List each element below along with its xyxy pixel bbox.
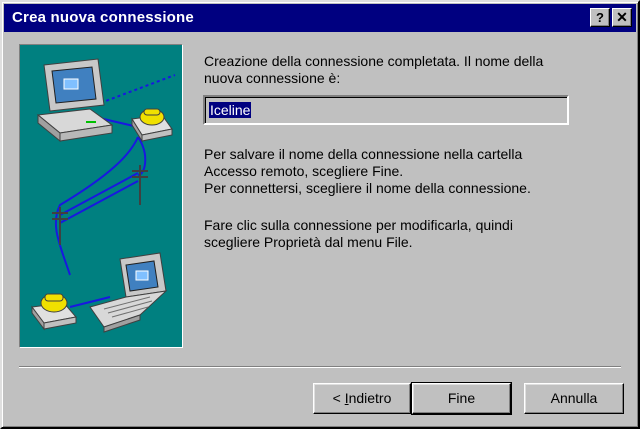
telephone-icon (131, 108, 173, 143)
laptop-icon (89, 252, 168, 333)
utility-pole-icon (52, 165, 148, 245)
finish-button[interactable]: Fine (411, 382, 512, 415)
help-button[interactable]: ? (590, 8, 610, 27)
save-line-1: Per salvare il nome della connessione ne… (204, 146, 523, 162)
dialog-window: Crea nuova connessione ? ✕ Creazione del… (0, 0, 640, 429)
edit-line-2: scegliere Proprietà dal menu File. (204, 234, 413, 250)
completion-line-2: nuova connessione è: (204, 70, 341, 86)
button-separator (19, 366, 621, 368)
save-instructions: Per salvare il nome della connessione ne… (204, 146, 531, 197)
wizard-illustration (19, 44, 183, 348)
connection-name-value: Iceline (209, 102, 252, 118)
completion-line-1: Creazione della connessione completata. … (204, 53, 544, 69)
close-button[interactable]: ✕ (612, 8, 632, 27)
title-bar[interactable]: Crea nuova connessione ? ✕ (4, 4, 636, 32)
edit-instructions: Fare clic sulla connessione per modifica… (204, 217, 513, 251)
save-line-3: Per connettersi, scegliere il nome della… (204, 180, 531, 196)
window-title: Crea nuova connessione (12, 9, 194, 26)
completion-message: Creazione della connessione completata. … (204, 53, 543, 87)
cancel-button[interactable]: Annulla (524, 383, 624, 414)
back-button-prefix: < (332, 390, 345, 406)
desktop-computer-icon (36, 58, 114, 143)
back-button[interactable]: < Indietro (313, 383, 411, 414)
back-button-label: ndietro (348, 390, 392, 406)
edit-line-1: Fare clic sulla connessione per modifica… (204, 217, 513, 233)
telephone-icon (31, 293, 77, 331)
connection-name-input[interactable]: Iceline (203, 95, 569, 125)
save-line-2: Accesso remoto, scegliere Fine. (204, 163, 404, 179)
